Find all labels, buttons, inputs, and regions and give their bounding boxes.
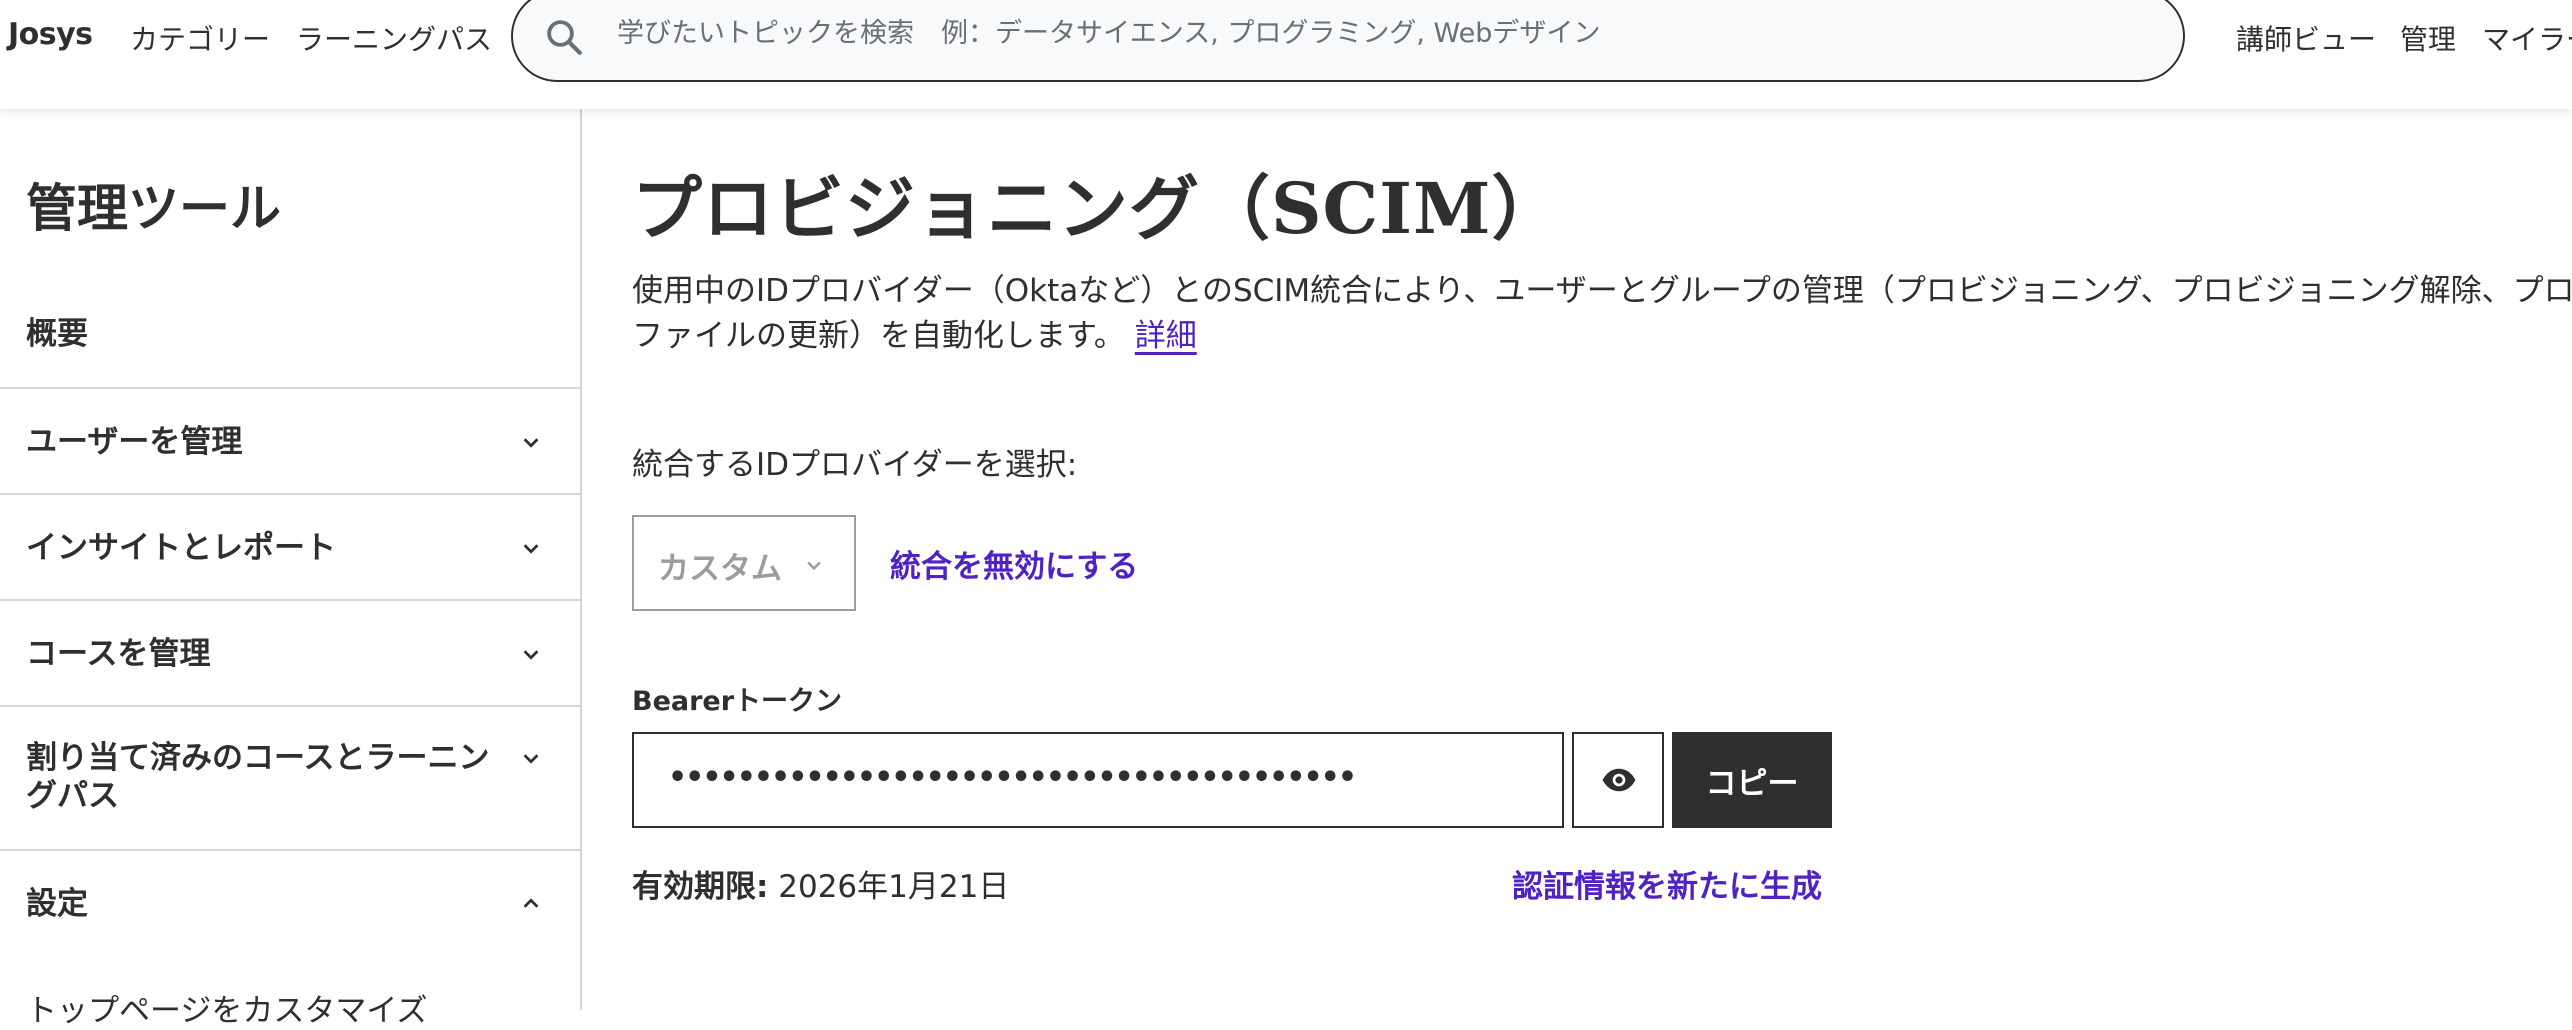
sidebar-item-label: コースを管理 bbox=[26, 636, 211, 672]
sidebar-item-insights-reports[interactable]: インサイトとレポート bbox=[0, 495, 580, 601]
nav-my-learning[interactable]: マイラー bbox=[2482, 18, 2572, 58]
sidebar-item-manage-courses[interactable]: コースを管理 bbox=[0, 601, 580, 707]
admin-sidebar: 管理ツール 概要 ユーザーを管理 インサイトとレポート コースを管理 割り当て済… bbox=[0, 109, 582, 1029]
sidebar-item-label: 概要 bbox=[26, 316, 88, 352]
eye-icon bbox=[1602, 768, 1636, 792]
chevron-down-icon bbox=[807, 561, 821, 571]
sidebar-item-overview[interactable]: 概要 bbox=[0, 279, 580, 389]
nav-categories[interactable]: カテゴリー bbox=[130, 18, 270, 58]
page-description: 使用中のIDプロバイダー（Oktaなど）とのSCIM統合により、ユーザーとグルー… bbox=[632, 269, 2572, 359]
expiry-date: 2026年1月21日 bbox=[768, 869, 1010, 905]
sidebar-title: 管理ツール bbox=[26, 180, 282, 239]
token-expiry: 有効期限: 2026年1月21日 bbox=[632, 861, 1009, 906]
chevron-down-icon bbox=[523, 650, 539, 660]
main-content: プロビジョニング（SCIM） 使用中のIDプロバイダー（Oktaなど）とのSCI… bbox=[582, 109, 2572, 1010]
learn-more-link[interactable]: 詳細 bbox=[1135, 318, 1197, 354]
nav-learning-paths[interactable]: ラーニングパス bbox=[296, 18, 492, 58]
chevron-down-icon bbox=[523, 438, 539, 448]
idp-select-label: 統合するIDプロバイダーを選択: bbox=[632, 447, 1078, 483]
sidebar-item-manage-users[interactable]: ユーザーを管理 bbox=[0, 389, 580, 495]
sidebar-item-settings[interactable]: 設定 bbox=[0, 851, 580, 955]
search-icon[interactable] bbox=[543, 16, 585, 58]
nav-instructor-view[interactable]: 講師ビュー bbox=[2236, 18, 2376, 58]
sidebar-item-assigned-courses[interactable]: 割り当て済みのコースとラーニングパス bbox=[0, 707, 580, 851]
search-bar[interactable] bbox=[511, 0, 2185, 82]
sidebar-item-label: インサイトとレポート bbox=[26, 530, 336, 566]
description-text: 使用中のIDプロバイダー（Oktaなど）とのSCIM統合により、ユーザーとグルー… bbox=[632, 273, 2572, 354]
idp-select[interactable]: カスタム bbox=[632, 515, 856, 611]
disable-integration-link[interactable]: 統合を無効にする bbox=[890, 541, 1138, 586]
search-input[interactable] bbox=[615, 4, 2119, 62]
top-header: Josys カテゴリー ラーニングパス 講師ビュー 管理 マイラー bbox=[0, 0, 2572, 109]
bearer-token-field[interactable]: •••••••••••••••••••••••••••••••••••••••• bbox=[632, 732, 1564, 828]
expiry-label: 有効期限: bbox=[632, 869, 769, 905]
bearer-token-value: •••••••••••••••••••••••••••••••••••••••• bbox=[668, 760, 1357, 795]
sidebar-item-label: ユーザーを管理 bbox=[26, 424, 243, 460]
sidebar-subitem-customize-top-page[interactable]: トップページをカスタマイズ bbox=[26, 985, 427, 1030]
copy-token-button[interactable]: コピー bbox=[1672, 732, 1832, 828]
chevron-up-icon bbox=[523, 898, 539, 908]
chevron-down-icon bbox=[523, 544, 539, 554]
sidebar-item-label: 割り当て済みのコースとラーニングパス bbox=[26, 740, 490, 814]
page-title: プロビジョニング（SCIM） bbox=[632, 167, 1563, 250]
nav-admin[interactable]: 管理 bbox=[2400, 18, 2456, 58]
regenerate-credentials-link[interactable]: 認証情報を新たに生成 bbox=[1512, 861, 1822, 906]
sidebar-item-label: 設定 bbox=[26, 886, 88, 922]
bearer-token-label: Bearerトークン bbox=[632, 686, 843, 717]
chevron-down-icon bbox=[523, 754, 539, 764]
logo[interactable]: Josys bbox=[8, 17, 93, 52]
idp-select-value: カスタム bbox=[658, 551, 782, 587]
show-token-button[interactable] bbox=[1572, 732, 1664, 828]
